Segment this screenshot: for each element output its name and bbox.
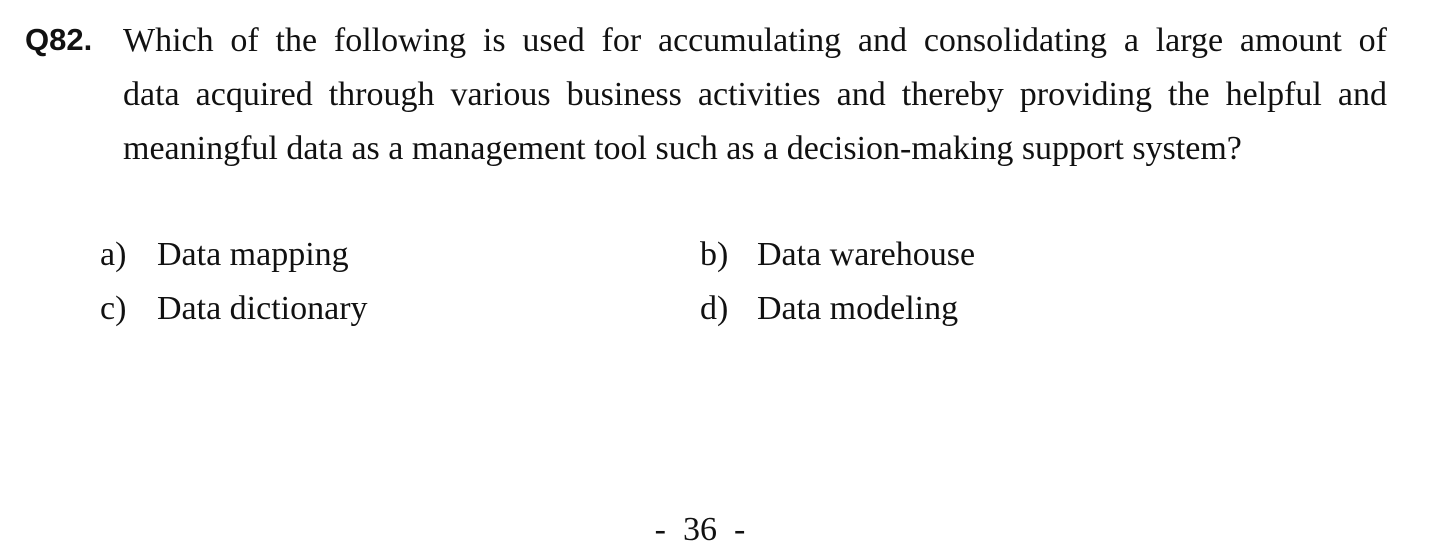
option-text: Data modeling: [757, 290, 959, 327]
option-letter: b): [700, 236, 729, 273]
option-text: Data warehouse: [757, 236, 976, 273]
question-number: Q82.: [25, 22, 93, 57]
option-text: Data dictionary: [157, 290, 368, 327]
option-letter: c): [100, 290, 127, 327]
question-line: Which of the following is used for accum…: [123, 22, 1387, 59]
question-line: meaningful data as a management tool suc…: [123, 130, 1242, 167]
option-letter: d): [700, 290, 729, 327]
option-text: Data mapping: [157, 236, 349, 273]
page-number: - 36 -: [654, 511, 746, 548]
option-letter: a): [100, 236, 127, 273]
question-text: Which of the following is used for accum…: [123, 14, 1387, 176]
question-line: data acquired through various business a…: [123, 76, 1387, 113]
